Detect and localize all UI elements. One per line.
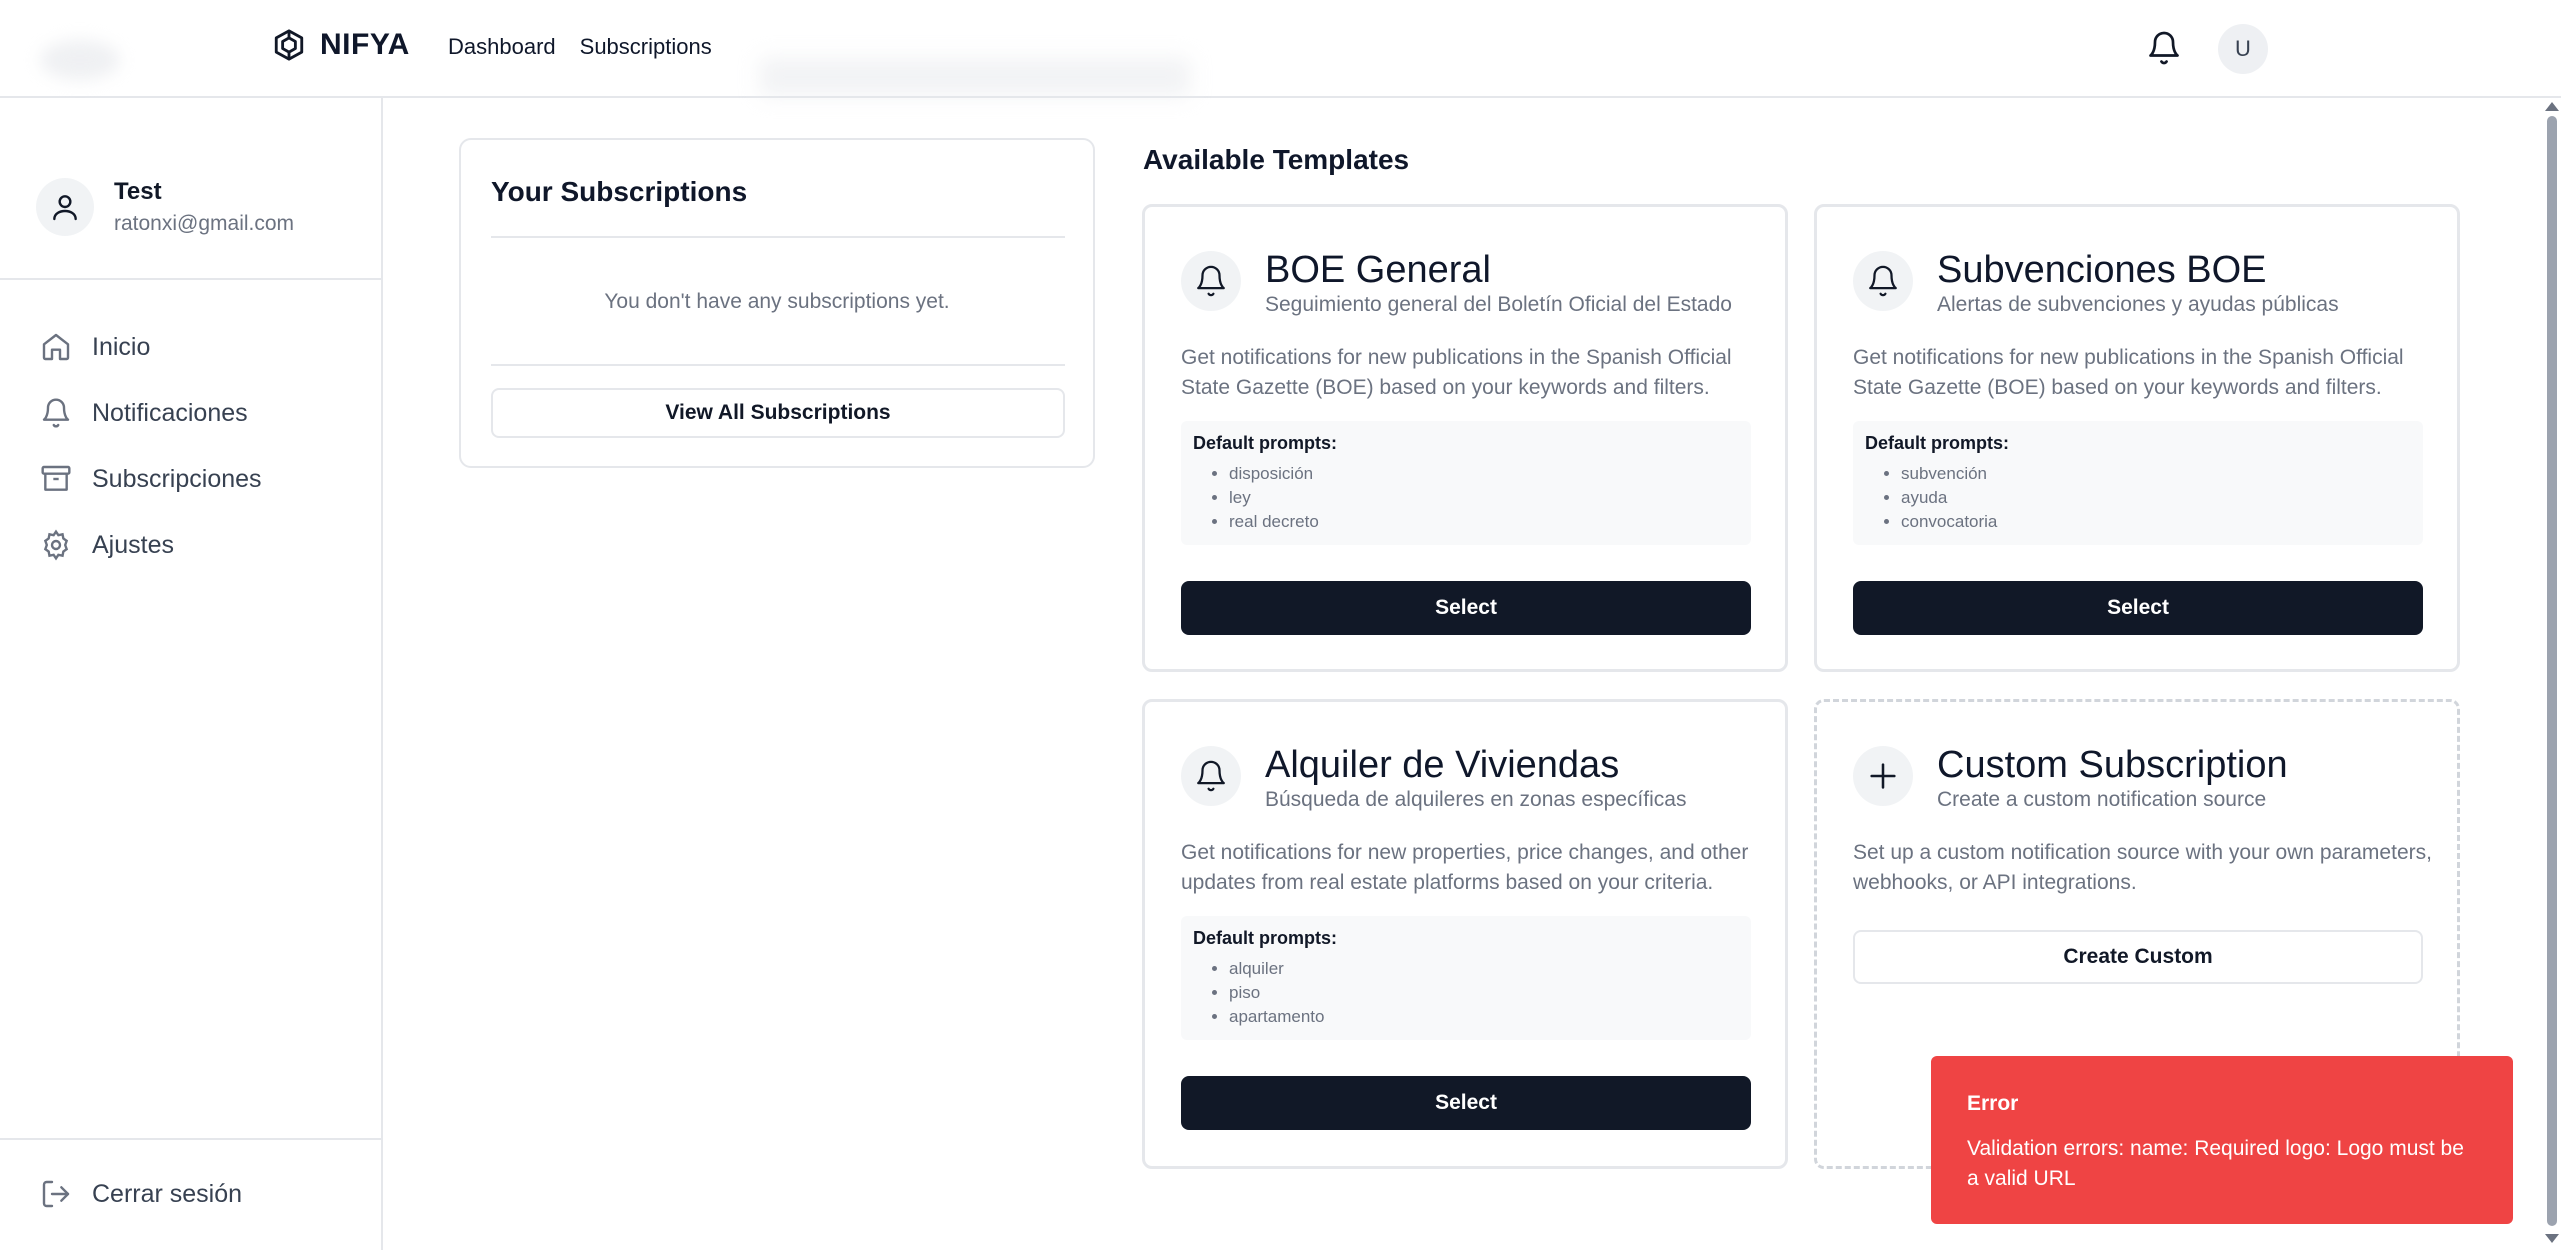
home-icon (42, 333, 70, 361)
logout-label: Cerrar sesión (92, 1179, 243, 1208)
card-title: BOE General (1265, 249, 1491, 291)
blurred-background-avatar (40, 40, 120, 80)
divider (491, 236, 1065, 238)
scroll-up-arrow-icon[interactable] (2545, 102, 2559, 111)
top-bar: NIFYA Dashboard Subscriptions U (0, 0, 2561, 98)
default-prompts-box: Default prompts: subvención ayuda convoc… (1853, 421, 2423, 545)
card-description: Set up a custom notification source with… (1853, 841, 2432, 894)
card-icon-wrapper (1181, 746, 1241, 806)
page-scrollbar[interactable] (2541, 98, 2561, 1250)
select-button[interactable]: Select (1181, 581, 1751, 635)
card-title: Custom Subscription (1937, 744, 2288, 786)
card-description: Get notifications for new publications i… (1853, 346, 2404, 399)
bell-icon (42, 398, 70, 428)
nav-subscriptions[interactable]: Subscriptions (580, 34, 712, 60)
card-subtitle: Alertas de subvenciones y ayudas pública… (1937, 293, 2339, 316)
view-all-subscriptions-button[interactable]: View All Subscriptions (491, 388, 1065, 438)
prompt-item: disposición (1229, 462, 1739, 486)
brand-logo[interactable]: NIFYA (272, 28, 410, 62)
prompts-list: disposición ley real decreto (1193, 462, 1739, 534)
card-description: Get notifications for new publications i… (1181, 346, 1732, 399)
available-templates-heading: Available Templates (1143, 144, 1410, 175)
card-icon-wrapper (1853, 251, 1913, 311)
card-subtitle: Create a custom notification source (1937, 788, 2267, 811)
top-nav: Dashboard Subscriptions (448, 34, 712, 60)
profile-name: Test (114, 178, 162, 205)
card-title: Subvenciones BOE (1937, 249, 2267, 291)
prompts-list: subvención ayuda convocatoria (1865, 462, 2411, 534)
bell-icon (1869, 265, 1897, 297)
scroll-thumb[interactable] (2547, 116, 2557, 1226)
your-subscriptions-panel: Your Subscriptions You don't have any su… (459, 138, 1095, 468)
create-custom-button[interactable]: Create Custom (1853, 930, 2423, 984)
gear-icon (43, 529, 69, 561)
sidebar-item-subscripciones[interactable]: Subscripciones (40, 446, 262, 512)
prompt-item: ley (1229, 486, 1739, 510)
subscriptions-title: Your Subscriptions (491, 176, 748, 207)
sidebar-item-label: Inicio (92, 332, 151, 361)
prompts-label: Default prompts: (1193, 928, 1337, 948)
scroll-down-arrow-icon[interactable] (2545, 1234, 2559, 1243)
plus-icon (1870, 763, 1896, 789)
sidebar-item-ajustes[interactable]: Ajustes (40, 512, 262, 578)
profile-avatar (36, 178, 94, 236)
template-card-boe-general: BOE General Seguimiento general del Bole… (1142, 204, 1788, 672)
prompt-item: convocatoria (1901, 510, 2411, 534)
divider (491, 364, 1065, 366)
logo-icon (274, 29, 304, 61)
prompt-item: alquiler (1229, 957, 1739, 981)
prompt-item: real decreto (1229, 510, 1739, 534)
error-toast[interactable]: Error Validation errors: name: Required … (1931, 1056, 2513, 1224)
sidebar-item-label: Subscripciones (92, 464, 262, 493)
card-icon-wrapper (1853, 746, 1913, 806)
prompt-item: subvención (1901, 462, 2411, 486)
brand-name: NIFYA (320, 28, 410, 61)
select-button[interactable]: Select (1853, 581, 2423, 635)
prompt-item: ayuda (1901, 486, 2411, 510)
user-profile: Test ratonxi@gmail.com (36, 178, 294, 236)
default-prompts-box: Default prompts: alquiler piso apartamen… (1181, 916, 1751, 1040)
bell-icon (1197, 760, 1225, 792)
card-description: Get notifications for new properties, pr… (1181, 841, 1749, 894)
sidebar-item-label: Notificaciones (92, 398, 248, 427)
toast-message: Validation errors: name: Required logo: … (1967, 1137, 2464, 1190)
bell-icon (1197, 265, 1225, 297)
card-title: Alquiler de Viviendas (1265, 744, 1620, 786)
prompt-item: apartamento (1229, 1005, 1739, 1029)
template-card-alquiler-de-viviendas: Alquiler de Viviendas Búsqueda de alquil… (1142, 699, 1788, 1169)
sidebar-item-notificaciones[interactable]: Notificaciones (40, 380, 262, 446)
logout-button[interactable]: Cerrar sesión (40, 1178, 242, 1210)
empty-state-text: You don't have any subscriptions yet. (604, 290, 950, 313)
sidebar-divider (0, 278, 383, 280)
card-subtitle: Seguimiento general del Boletín Oficial … (1265, 293, 1732, 316)
user-icon (53, 195, 77, 221)
sidebar-bottom-divider (0, 1138, 383, 1140)
logout-icon (42, 1180, 70, 1208)
prompts-label: Default prompts: (1193, 433, 1337, 453)
sidebar: Test ratonxi@gmail.com Inicio Notificaci… (0, 98, 383, 1250)
notifications-bell-icon[interactable] (2146, 30, 2182, 66)
prompt-item: piso (1229, 981, 1739, 1005)
card-icon-wrapper (1181, 251, 1241, 311)
card-subtitle: Búsqueda de alquileres en zonas específi… (1265, 788, 1687, 811)
user-avatar[interactable]: U (2218, 24, 2268, 74)
sidebar-item-inicio[interactable]: Inicio (40, 314, 262, 380)
prompts-label: Default prompts: (1865, 433, 2009, 453)
sidebar-item-label: Ajustes (92, 530, 174, 559)
nav-dashboard[interactable]: Dashboard (448, 34, 556, 60)
archive-icon (41, 465, 71, 491)
profile-email: ratonxi@gmail.com (114, 212, 295, 235)
sidebar-menu: Inicio Notificaciones Subscripciones Aju… (40, 314, 262, 578)
default-prompts-box: Default prompts: disposición ley real de… (1181, 421, 1751, 545)
select-button[interactable]: Select (1181, 1076, 1751, 1130)
prompts-list: alquiler piso apartamento (1193, 957, 1739, 1029)
template-card-subvenciones-boe: Subvenciones BOE Alertas de subvenciones… (1814, 204, 2460, 672)
blurred-background-title (760, 58, 1190, 96)
toast-title: Error (1967, 1092, 2019, 1115)
